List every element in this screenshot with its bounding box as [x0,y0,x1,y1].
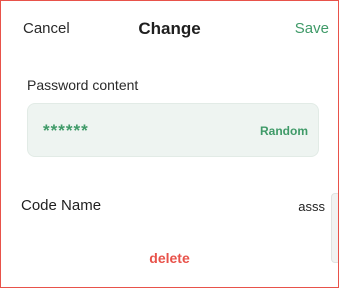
random-button[interactable]: Random [260,124,308,138]
delete-row: delete [1,250,338,266]
edit-password-dialog: Cancel Change Save Password content ****… [0,0,339,288]
delete-button[interactable]: delete [149,250,189,266]
password-content-label: Password content [27,77,139,93]
code-name-label: Code Name [21,197,102,214]
save-button[interactable]: Save [295,20,329,37]
code-name-value[interactable]: asss [298,199,325,214]
cancel-button[interactable]: Cancel [23,20,70,37]
password-field[interactable]: ****** Random [27,103,319,157]
dialog-header: Cancel Change Save [1,1,338,59]
password-input[interactable]: ****** [43,121,193,141]
